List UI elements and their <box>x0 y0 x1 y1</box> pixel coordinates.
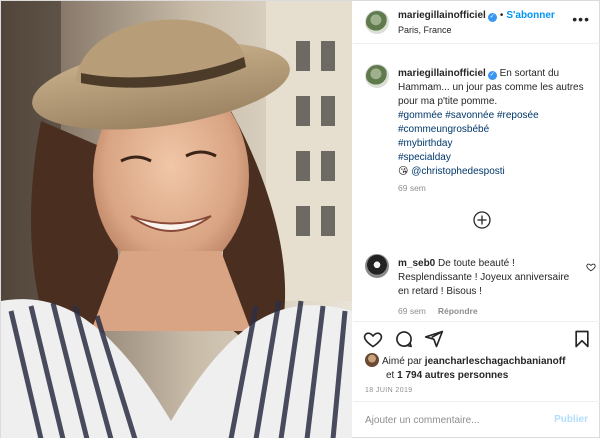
share-icon[interactable] <box>424 329 444 349</box>
likes-count-link[interactable]: 1 794 autres personnes <box>397 370 508 381</box>
heart-icon[interactable] <box>363 329 383 349</box>
instagram-post: mariegillainofficiel ✓ • S'abonner Paris, F… <box>0 0 600 438</box>
caption-author-avatar[interactable] <box>365 64 389 88</box>
post-caption: mariegillainofficiel ✓ En sortant du Hamm… <box>398 67 590 179</box>
liker-avatar <box>365 353 379 367</box>
hashtag-link[interactable]: #mybirthday <box>398 137 590 151</box>
more-options-icon[interactable]: ••• <box>572 12 590 26</box>
hashtag-link[interactable]: #commeungrosbébé <box>398 123 590 137</box>
bookmark-icon[interactable] <box>572 329 592 349</box>
comments-area: mariegillainofficiel ✓ En sortant du Hamm… <box>353 45 600 320</box>
comment-icon[interactable] <box>394 329 414 349</box>
reply-button[interactable]: Répondre <box>438 306 478 316</box>
header-user-line: mariegillainofficiel ✓ • S'abonner <box>398 10 555 22</box>
comment-body: m_seb0 De toute beauté ! Resplendissante… <box>398 257 573 299</box>
commenter-avatar[interactable] <box>365 254 389 278</box>
likes-conjunction: et <box>386 370 395 381</box>
liker-username[interactable]: jeancharleschagachbanianoff <box>425 356 566 367</box>
follow-button[interactable]: S'abonner <box>506 10 555 21</box>
verified-badge-icon: ✓ <box>487 71 497 80</box>
add-comment-bar: Publier <box>353 401 600 438</box>
comment-input[interactable] <box>365 411 535 429</box>
post-date: 18 JUIN 2019 <box>365 387 413 394</box>
publish-button[interactable]: Publier <box>554 414 588 425</box>
mention-line: 😘 @christophedesposti <box>398 165 590 179</box>
post-photo[interactable] <box>1 1 352 438</box>
caption-timestamp: 69 sem <box>398 183 426 193</box>
likes-summary: Aimé par jeancharleschagachbanianoff et … <box>365 353 565 383</box>
post-actions: Aimé par jeancharleschagachbanianoff et … <box>353 321 600 385</box>
comment-like-heart-icon[interactable] <box>586 262 596 272</box>
comment-timestamp: 69 sem <box>398 306 426 316</box>
author-username[interactable]: mariegillainofficiel <box>398 10 486 21</box>
plus-circle-icon[interactable] <box>473 211 491 229</box>
post-location[interactable]: Paris, France <box>398 25 452 35</box>
comment-meta: 69 sem Répondre <box>398 306 478 316</box>
post-header: mariegillainofficiel ✓ • S'abonner Paris, F… <box>353 1 600 44</box>
selfie-image <box>1 1 352 438</box>
kiss-emoji: 😘 <box>398 166 409 177</box>
commenter-username[interactable]: m_seb0 <box>398 258 435 269</box>
hashtag-link[interactable]: #gommée #savonnée #reposée <box>398 109 590 123</box>
author-avatar[interactable] <box>365 10 389 34</box>
post-side-panel: mariegillainofficiel ✓ • S'abonner Paris, F… <box>353 1 600 438</box>
likes-line-2: et 1 794 autres personnes <box>365 369 565 383</box>
caption-username[interactable]: mariegillainofficiel <box>398 68 486 79</box>
likes-prefix: Aimé par <box>382 356 423 367</box>
mention-link[interactable]: @christophedesposti <box>411 166 505 177</box>
hashtag-link[interactable]: #specialday <box>398 151 590 165</box>
verified-badge-icon: ✓ <box>487 13 497 22</box>
separator-dot: • <box>499 10 504 21</box>
